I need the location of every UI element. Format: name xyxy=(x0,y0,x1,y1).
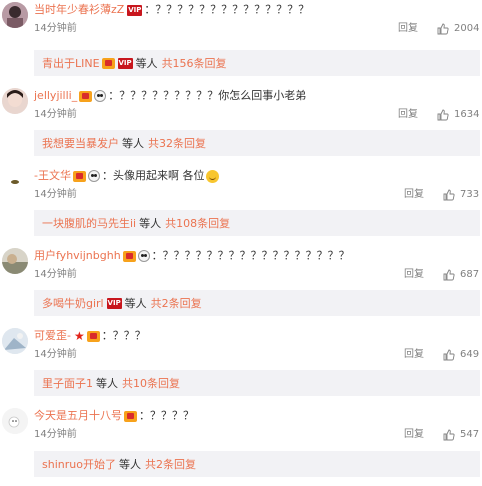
crown-badge-icon xyxy=(124,410,137,422)
comment-item: 可爱歪- ★ ： ？？？ 14分钟前 回复 649 里子面子1 等人 共10条回… xyxy=(0,326,482,406)
thumbs-up-icon xyxy=(443,349,455,361)
thumbs-up-icon xyxy=(443,429,455,441)
comment-text: ？？？ xyxy=(112,329,146,342)
reply-thread[interactable]: 我想要当暴发户 等人 共32条回复 xyxy=(34,130,480,156)
panda-badge-icon xyxy=(87,170,100,182)
colon: ： xyxy=(139,409,150,422)
reply-button[interactable]: 回复 xyxy=(398,22,418,36)
crown-badge-icon xyxy=(86,330,100,342)
thread-total-link[interactable]: 共32条回复 xyxy=(148,135,206,151)
comment-item: 当时年少春衫薄zZ VIP ： ？？？？？？？？？？？？？？ 14分钟前 回复 … xyxy=(0,0,482,80)
thread-username[interactable]: 里子面子1 xyxy=(42,375,93,391)
comment-item: 用户fyhvijnbghh ： ？？？？？？？？？？？？？？？？？ 14分钟前 … xyxy=(0,246,482,326)
panda-badge-icon xyxy=(94,90,107,102)
comment-time: 14分钟前 xyxy=(34,269,77,280)
reply-button[interactable]: 回复 xyxy=(404,268,424,282)
thread-username[interactable]: 多喝牛奶girl xyxy=(42,295,104,311)
thread-username[interactable]: 青出于LINE xyxy=(42,55,100,71)
avatar[interactable] xyxy=(2,408,28,434)
avatar[interactable] xyxy=(2,88,28,114)
thread-people: 等人 xyxy=(122,137,144,150)
comment-username[interactable]: -王文华 xyxy=(34,168,71,184)
reply-button[interactable]: 回复 xyxy=(404,428,424,442)
comment-username[interactable]: 用户fyhvijnbghh xyxy=(34,248,121,264)
comment-username[interactable]: 今天是五月十八号 xyxy=(34,408,122,424)
reply-thread[interactable]: 里子面子1 等人 共10条回复 xyxy=(34,370,480,396)
crown-badge-icon xyxy=(122,250,136,262)
reply-thread[interactable]: 一块腹肌的马先生ii 等人 共108条回复 xyxy=(34,210,480,236)
thumbs-up-icon xyxy=(443,189,455,201)
comment-text: ？？？？ xyxy=(150,409,194,422)
thumbs-up-icon xyxy=(443,269,455,281)
thread-people: 等人 xyxy=(135,57,158,70)
like-count: 733 xyxy=(460,189,480,200)
like-button[interactable]: 687 xyxy=(443,268,479,282)
avatar[interactable] xyxy=(2,328,28,354)
comment-item: jellyjilli_ ： ？？？？？？？？？你怎么回事小老弟 14分钟前 回复… xyxy=(0,86,482,166)
comment-time: 14分钟前 xyxy=(34,23,77,34)
comment-username[interactable]: jellyjilli_ xyxy=(34,88,77,104)
comment-text: ？？？？？？？？？？？？？？？？？ xyxy=(162,249,350,262)
thread-username[interactable]: shinruo开始了 xyxy=(42,456,116,472)
panda-badge-icon xyxy=(137,250,150,262)
comment-time: 14分钟前 xyxy=(34,429,77,440)
reply-thread[interactable]: 青出于LINE VIP 等人 共156条回复 xyxy=(34,50,480,76)
thread-people: 等人 xyxy=(96,377,118,390)
vip-badge-icon: VIP xyxy=(106,297,122,309)
thread-people: 等人 xyxy=(139,217,162,230)
reply-thread[interactable]: shinruo开始了 等人 共2条回复 xyxy=(34,451,480,477)
thread-total-link[interactable]: 共156条回复 xyxy=(162,55,227,71)
thread-people: 等人 xyxy=(124,297,147,310)
comment-username[interactable]: 可爱歪- xyxy=(34,328,71,344)
vip-badge-icon: VIP xyxy=(117,57,133,69)
colon: ： xyxy=(151,249,163,262)
like-button[interactable]: 2004 xyxy=(437,22,479,36)
colon: ： xyxy=(108,89,120,102)
comment-time: 14分钟前 xyxy=(34,349,77,360)
vip-badge-icon: VIP xyxy=(127,4,143,16)
avatar[interactable] xyxy=(2,168,28,194)
comment-text: ？？？？？？？？？你怎么回事小老弟 xyxy=(119,89,307,102)
comment-item: 今天是五月十八号 ： ？？？？ 14分钟前 回复 547 shinruo开始了 … xyxy=(0,406,482,486)
thread-total-link[interactable]: 共108条回复 xyxy=(165,215,230,231)
crown-badge-icon xyxy=(72,170,86,182)
like-count: 649 xyxy=(460,349,480,360)
crown-badge-icon xyxy=(101,57,115,69)
reply-button[interactable]: 回复 xyxy=(404,348,424,362)
comment-time: 14分钟前 xyxy=(34,109,77,120)
thread-total-link[interactable]: 共10条回复 xyxy=(122,375,180,391)
colon: ： xyxy=(101,169,113,182)
comment-username[interactable]: 当时年少春衫薄zZ xyxy=(34,2,124,18)
smile-emoji-icon xyxy=(206,169,220,183)
colon: ： xyxy=(144,3,156,16)
thread-people: 等人 xyxy=(118,458,141,471)
thumbs-up-icon xyxy=(437,109,449,121)
like-count: 1634 xyxy=(454,109,480,120)
like-button[interactable]: 547 xyxy=(443,428,479,442)
comment-text: ？？？？？？？？？？？？？？ xyxy=(155,3,310,16)
star-badge-icon: ★ xyxy=(73,329,85,343)
colon: ： xyxy=(101,329,113,342)
reply-button[interactable]: 回复 xyxy=(398,108,418,122)
like-count: 687 xyxy=(460,269,480,280)
thread-username[interactable]: 一块腹肌的马先生ii xyxy=(42,215,136,231)
comment-item: -王文华 ： 头像用起来啊 各位 14分钟前 回复 733 一块腹肌的马先生ii… xyxy=(0,166,482,246)
like-count: 547 xyxy=(460,429,480,440)
thumbs-up-icon xyxy=(437,23,449,35)
thread-total-link[interactable]: 共2条回复 xyxy=(151,295,202,311)
avatar[interactable] xyxy=(2,2,28,28)
reply-button[interactable]: 回复 xyxy=(404,188,424,202)
crown-badge-icon xyxy=(79,90,93,102)
like-count: 2004 xyxy=(454,23,480,34)
like-button[interactable]: 733 xyxy=(443,188,479,202)
like-button[interactable]: 1634 xyxy=(437,108,479,122)
comment-text: 头像用起来啊 各位 xyxy=(112,169,205,182)
reply-thread[interactable]: 多喝牛奶girl VIP 等人 共2条回复 xyxy=(34,290,480,316)
thread-total-link[interactable]: 共2条回复 xyxy=(145,456,196,472)
avatar[interactable] xyxy=(2,248,28,274)
comment-time: 14分钟前 xyxy=(34,189,77,200)
thread-username[interactable]: 我想要当暴发户 xyxy=(42,135,119,151)
like-button[interactable]: 649 xyxy=(443,348,479,362)
